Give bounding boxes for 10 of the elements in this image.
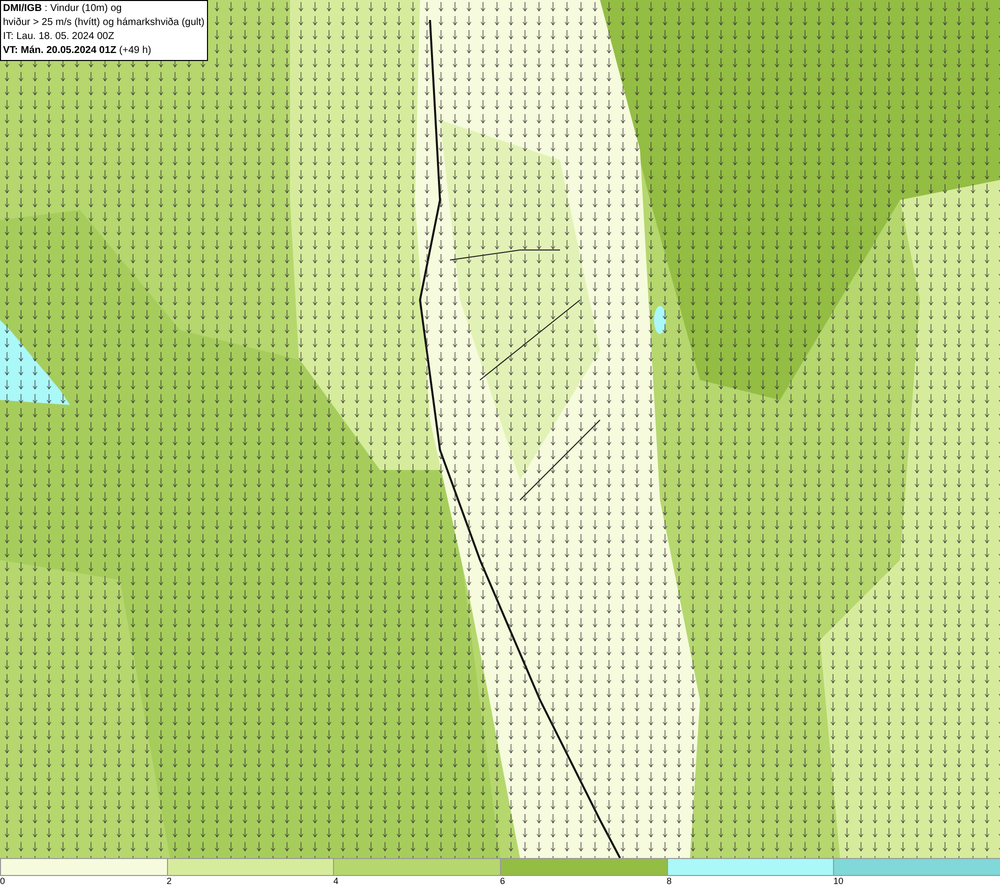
legend-label: 2 [166,876,172,887]
legend-label: 6 [500,876,506,887]
title-line: VT: Mán. 20.05.2024 01Z (+49 h) [3,44,152,58]
legend-label: 10 [833,876,844,887]
legend-label: 8 [666,876,672,887]
title-line: DMI/IGB : Vindur (10m) og [3,2,123,16]
title-line: IT: Lau. 18. 05. 2024 00Z [3,30,116,44]
title-line: hviður > 25 m/s (hvítt) og hámarkshviða (gult) [3,16,204,30]
legend-label: 0 [0,876,6,887]
legend-label: 4 [333,876,338,887]
